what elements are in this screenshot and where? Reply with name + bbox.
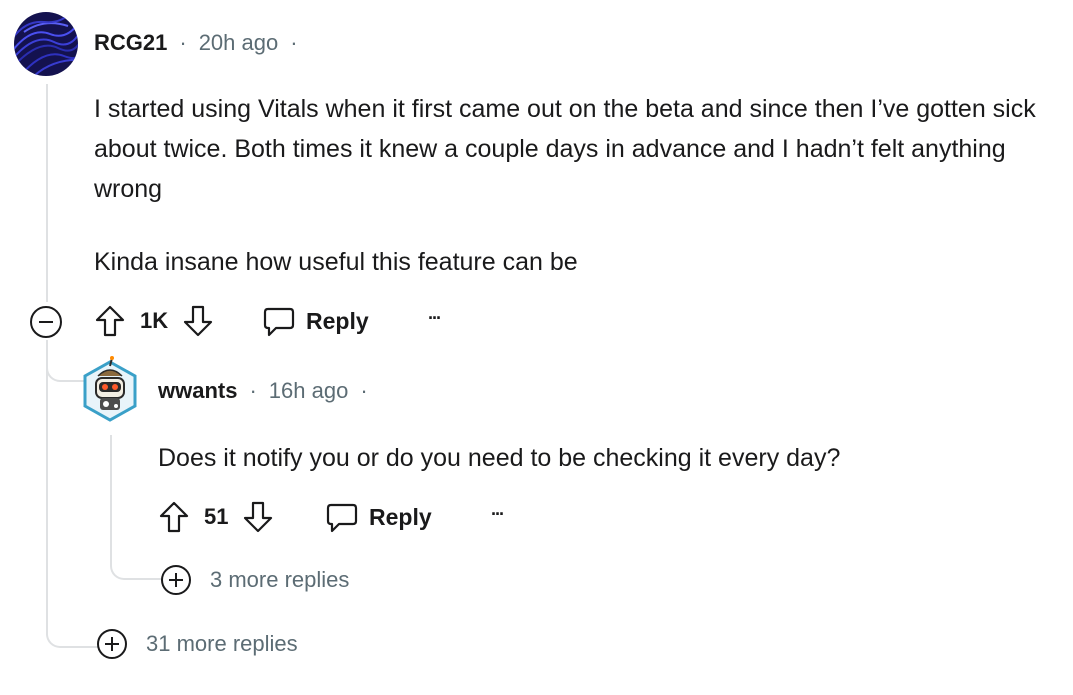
comment-body-p2: Kinda insane how useful this feature can…: [94, 248, 578, 276]
reply-timestamp[interactable]: 16h ago: [269, 378, 349, 404]
more-replies-label: 31 more replies: [146, 631, 298, 656]
comment-timestamp[interactable]: 20h ago: [199, 30, 279, 56]
expand-icon: [96, 628, 128, 660]
more-replies-reply[interactable]: 3 more replies: [160, 564, 349, 596]
meta-separator: ·: [290, 30, 298, 55]
meta-separator: ·: [249, 378, 257, 403]
thread-curve-reply-branch: [46, 340, 84, 382]
meta-separator: ·: [179, 30, 187, 55]
more-icon[interactable]: ···: [428, 308, 442, 329]
reply-label: Reply: [306, 307, 369, 334]
comment-author[interactable]: RCG21: [94, 30, 167, 56]
downvote-icon[interactable]: [182, 304, 214, 338]
reply-body: Does it notify you or do you need to be …: [158, 444, 841, 472]
meta-separator: ·: [360, 378, 368, 403]
thread-curve-reply: [110, 435, 162, 580]
more-replies-comment[interactable]: 31 more replies: [96, 628, 298, 660]
downvote-icon[interactable]: [242, 500, 274, 534]
more-icon[interactable]: ···: [491, 504, 505, 525]
reply-button[interactable]: Reply: [262, 304, 369, 338]
upvote-icon[interactable]: [94, 304, 126, 338]
reply-button[interactable]: Reply: [325, 500, 432, 534]
reply-author[interactable]: wwants: [158, 378, 237, 404]
reply-score: 51: [204, 504, 229, 529]
more-replies-label: 3 more replies: [210, 567, 350, 592]
avatar-wwants[interactable]: [80, 356, 140, 426]
thread-line-main: [46, 84, 48, 302]
reply-icon: [262, 304, 296, 338]
reply-icon: [325, 500, 359, 534]
avatar-rcg21[interactable]: [14, 12, 78, 76]
expand-icon: [160, 564, 192, 596]
comment-score: 1K: [140, 308, 169, 333]
collapse-icon[interactable]: [29, 305, 63, 339]
reply-label: Reply: [369, 503, 432, 530]
upvote-icon[interactable]: [158, 500, 190, 534]
comment-body-p1: I started using Vitals when it first cam…: [94, 95, 1036, 203]
